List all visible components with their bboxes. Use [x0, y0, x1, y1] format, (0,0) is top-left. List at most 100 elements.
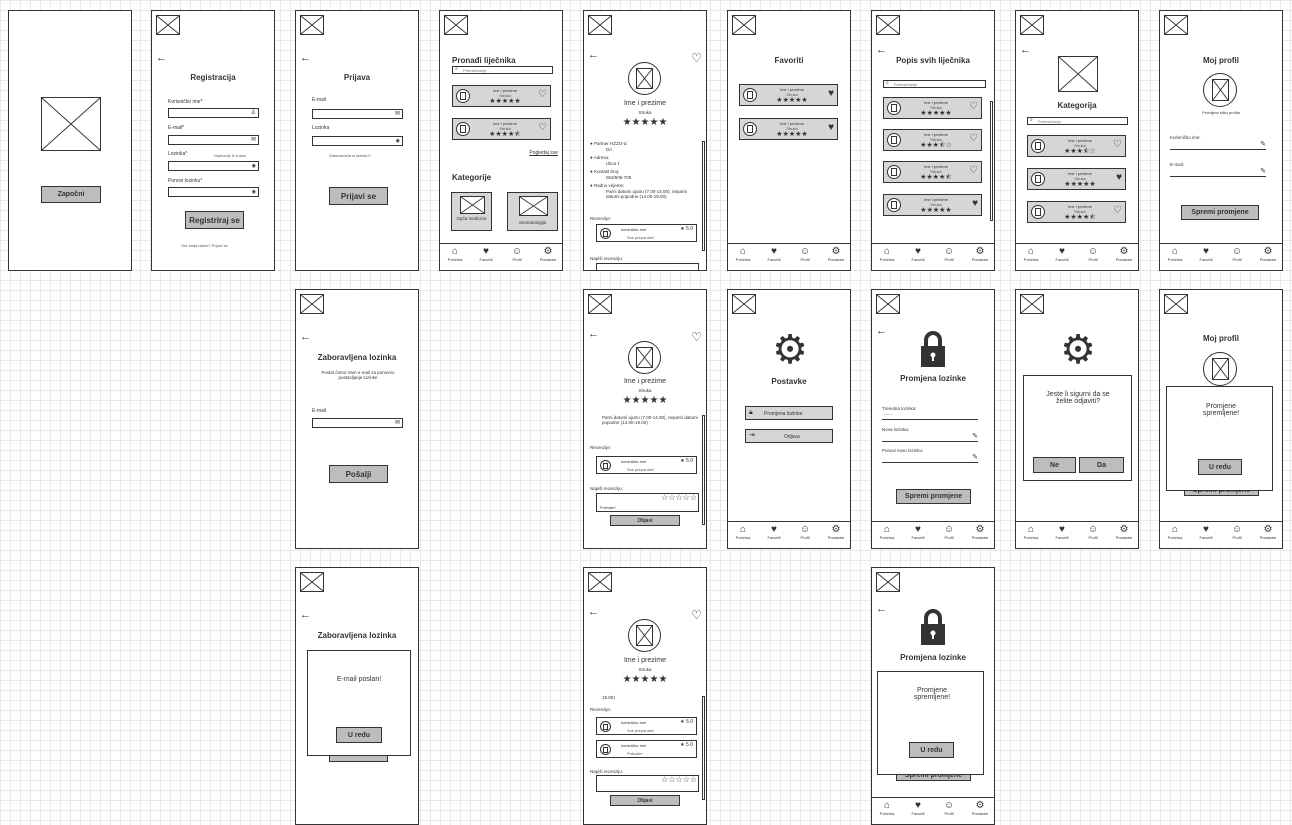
- tab-home[interactable]: ⌂ Početna: [872, 800, 902, 816]
- heart-outline-icon[interactable]: ♡: [1113, 140, 1122, 150]
- forgot-password-link[interactable]: Zaboravio/la si lozinku?: [329, 153, 371, 158]
- tab-home[interactable]: ⌂ Početna: [1016, 246, 1046, 262]
- tab-profile[interactable]: ☺ Profil: [1222, 246, 1252, 262]
- tab-home[interactable]: ⌂ Početna: [872, 246, 902, 262]
- doctor-card[interactable]: Ime i prezime Struka ★★★⯪☆ ♡: [883, 129, 982, 151]
- new-password-input[interactable]: ✎: [882, 433, 978, 442]
- tab-favorites[interactable]: ♥ Favoriti: [471, 246, 501, 262]
- back-arrow-icon[interactable]: ←: [300, 332, 311, 343]
- ok-button[interactable]: U redu: [1198, 459, 1242, 475]
- tab-settings[interactable]: ⚙ Postavke: [1253, 246, 1282, 262]
- back-arrow-icon[interactable]: ←: [876, 326, 887, 337]
- doctor-card[interactable]: Ime i prezime Struka ★★★★⯪ ♡: [452, 118, 551, 140]
- doctor-card[interactable]: Ime i prezime Struka ★★★★⯪ ♡: [1027, 201, 1126, 223]
- category-general[interactable]: Opća medicina: [451, 192, 492, 231]
- tab-favorites[interactable]: ♥ Favoriti: [903, 800, 933, 816]
- eye-icon[interactable]: ◉: [252, 163, 256, 169]
- tab-home[interactable]: ⌂ Početna: [440, 246, 470, 262]
- doctor-card[interactable]: Ime i prezime Struka ★★★★★ ♥: [739, 84, 838, 106]
- back-arrow-icon[interactable]: ←: [1020, 45, 1031, 56]
- pencil-icon[interactable]: ✎: [1260, 141, 1266, 148]
- heart-outline-icon[interactable]: ♡: [969, 134, 978, 144]
- review-input[interactable]: [596, 263, 699, 270]
- password-input[interactable]: ◉: [312, 136, 403, 146]
- email-input[interactable]: ✉: [168, 135, 259, 145]
- heart-filled-icon[interactable]: ♥: [1116, 173, 1122, 183]
- tab-settings[interactable]: ⚙ Postavke: [1253, 524, 1282, 540]
- yes-button[interactable]: Da: [1079, 457, 1124, 473]
- doctor-card[interactable]: Ime i prezime Struka ★★★★★ ♡: [452, 85, 551, 107]
- eye-icon[interactable]: ◉: [252, 189, 256, 195]
- tab-profile[interactable]: ☺ Profil: [1222, 524, 1252, 540]
- back-arrow-icon[interactable]: ←: [300, 610, 311, 621]
- tab-home[interactable]: ⌂ Početna: [872, 524, 902, 540]
- tab-favorites[interactable]: ♥ Favoriti: [759, 524, 789, 540]
- search-input[interactable]: ⌕ Pretraživanje: [883, 80, 986, 88]
- tab-settings[interactable]: ⚙ Postavke: [1109, 524, 1138, 540]
- heart-outline-icon[interactable]: ♡: [691, 52, 702, 64]
- tab-favorites[interactable]: ♥ Favoriti: [903, 524, 933, 540]
- tab-profile[interactable]: ☺ Profil: [790, 246, 820, 262]
- logout-button[interactable]: ⇥ Odjava: [745, 429, 833, 443]
- category-dental[interactable]: Stomatologija: [507, 192, 558, 231]
- tab-settings[interactable]: ⚙ Postavke: [1109, 246, 1138, 262]
- start-button[interactable]: Započni: [41, 186, 101, 203]
- back-arrow-icon[interactable]: ←: [876, 45, 887, 56]
- tab-favorites[interactable]: ♥ Favoriti: [1191, 524, 1221, 540]
- back-arrow-icon[interactable]: ←: [588, 607, 599, 618]
- email-input[interactable]: ✉: [312, 418, 403, 428]
- see-all-link[interactable]: Pogledaj sve: [529, 150, 558, 156]
- ok-button[interactable]: U redu: [336, 727, 382, 743]
- send-button[interactable]: Pošalji: [329, 465, 388, 483]
- heart-outline-icon[interactable]: ♡: [538, 123, 547, 133]
- tab-home[interactable]: ⌂ Početna: [1160, 524, 1190, 540]
- doctor-card[interactable]: Ime i prezime Struka ★★★★★ ♡: [883, 97, 982, 119]
- rating-picker[interactable]: ☆☆☆☆☆: [661, 494, 697, 502]
- username-input[interactable]: ♙: [168, 108, 259, 118]
- tab-favorites[interactable]: ♥ Favoriti: [1047, 246, 1077, 262]
- search-input[interactable]: ⌕ Pretraživanje: [1027, 117, 1128, 125]
- scrollbar[interactable]: [990, 101, 993, 221]
- tab-favorites[interactable]: ♥ Favoriti: [903, 246, 933, 262]
- no-button[interactable]: Ne: [1033, 457, 1076, 473]
- pencil-icon[interactable]: ✎: [972, 454, 978, 461]
- save-changes-button[interactable]: Spremi promjene: [896, 489, 971, 504]
- pencil-icon[interactable]: ✎: [1260, 168, 1266, 175]
- back-arrow-icon[interactable]: ←: [300, 53, 311, 64]
- tab-favorites[interactable]: ♥ Favoriti: [1191, 246, 1221, 262]
- email-input[interactable]: ✉: [312, 109, 403, 119]
- heart-outline-icon[interactable]: ♡: [969, 102, 978, 112]
- tab-profile[interactable]: ☺ Profil: [934, 800, 964, 816]
- back-arrow-icon[interactable]: ←: [156, 53, 167, 64]
- heart-filled-icon[interactable]: ♥: [828, 123, 834, 133]
- login-button[interactable]: Prijavi se: [329, 187, 388, 205]
- repeat-password-input[interactable]: ◉: [168, 187, 259, 197]
- tab-profile[interactable]: ☺ Profil: [1078, 246, 1108, 262]
- heart-filled-icon[interactable]: ♥: [972, 199, 978, 209]
- heart-outline-icon[interactable]: ♡: [691, 609, 702, 621]
- tab-profile[interactable]: ☺ Profil: [1078, 524, 1108, 540]
- password-input[interactable]: ◉: [168, 161, 259, 171]
- doctor-card[interactable]: Ime i prezime Struka ★★★⯪☆ ♡: [1027, 135, 1126, 157]
- search-input[interactable]: ⌕ Pretraživanje: [452, 66, 553, 74]
- review-input[interactable]: ☆☆☆☆☆ Pohvale!: [596, 493, 699, 512]
- heart-outline-icon[interactable]: ♡: [538, 90, 547, 100]
- tab-settings[interactable]: ⚙ Postavke: [965, 246, 994, 262]
- doctor-card[interactable]: Ime i prezime Struka ★★★★⯪ ♡: [883, 161, 982, 183]
- post-button[interactable]: Objavi: [610, 515, 680, 526]
- change-password-button[interactable]: 🔒︎ Promjena lozinke: [745, 406, 833, 420]
- current-password-input[interactable]: ......: [882, 411, 978, 420]
- tab-settings[interactable]: ⚙ Postavke: [821, 246, 850, 262]
- back-arrow-icon[interactable]: ←: [588, 329, 599, 340]
- eye-icon[interactable]: ◉: [396, 138, 400, 144]
- tab-home[interactable]: ⌂ Početna: [1160, 246, 1190, 262]
- tab-home[interactable]: ⌂ Početna: [1016, 524, 1046, 540]
- change-photo-link[interactable]: Promijeni sliku profila: [1160, 110, 1282, 115]
- tab-settings[interactable]: ⚙ Postavke: [821, 524, 850, 540]
- tab-profile[interactable]: ☺ Profil: [934, 524, 964, 540]
- doctor-card[interactable]: Ime i prezime Struka ★★★★★ ♥: [883, 194, 982, 216]
- doctor-card[interactable]: Ime i prezime Struka ★★★★★ ♥: [739, 118, 838, 140]
- username-input[interactable]: ✎: [1170, 141, 1266, 150]
- tab-profile[interactable]: ☺ Profil: [502, 246, 532, 262]
- register-button[interactable]: Registriraj se: [185, 211, 244, 229]
